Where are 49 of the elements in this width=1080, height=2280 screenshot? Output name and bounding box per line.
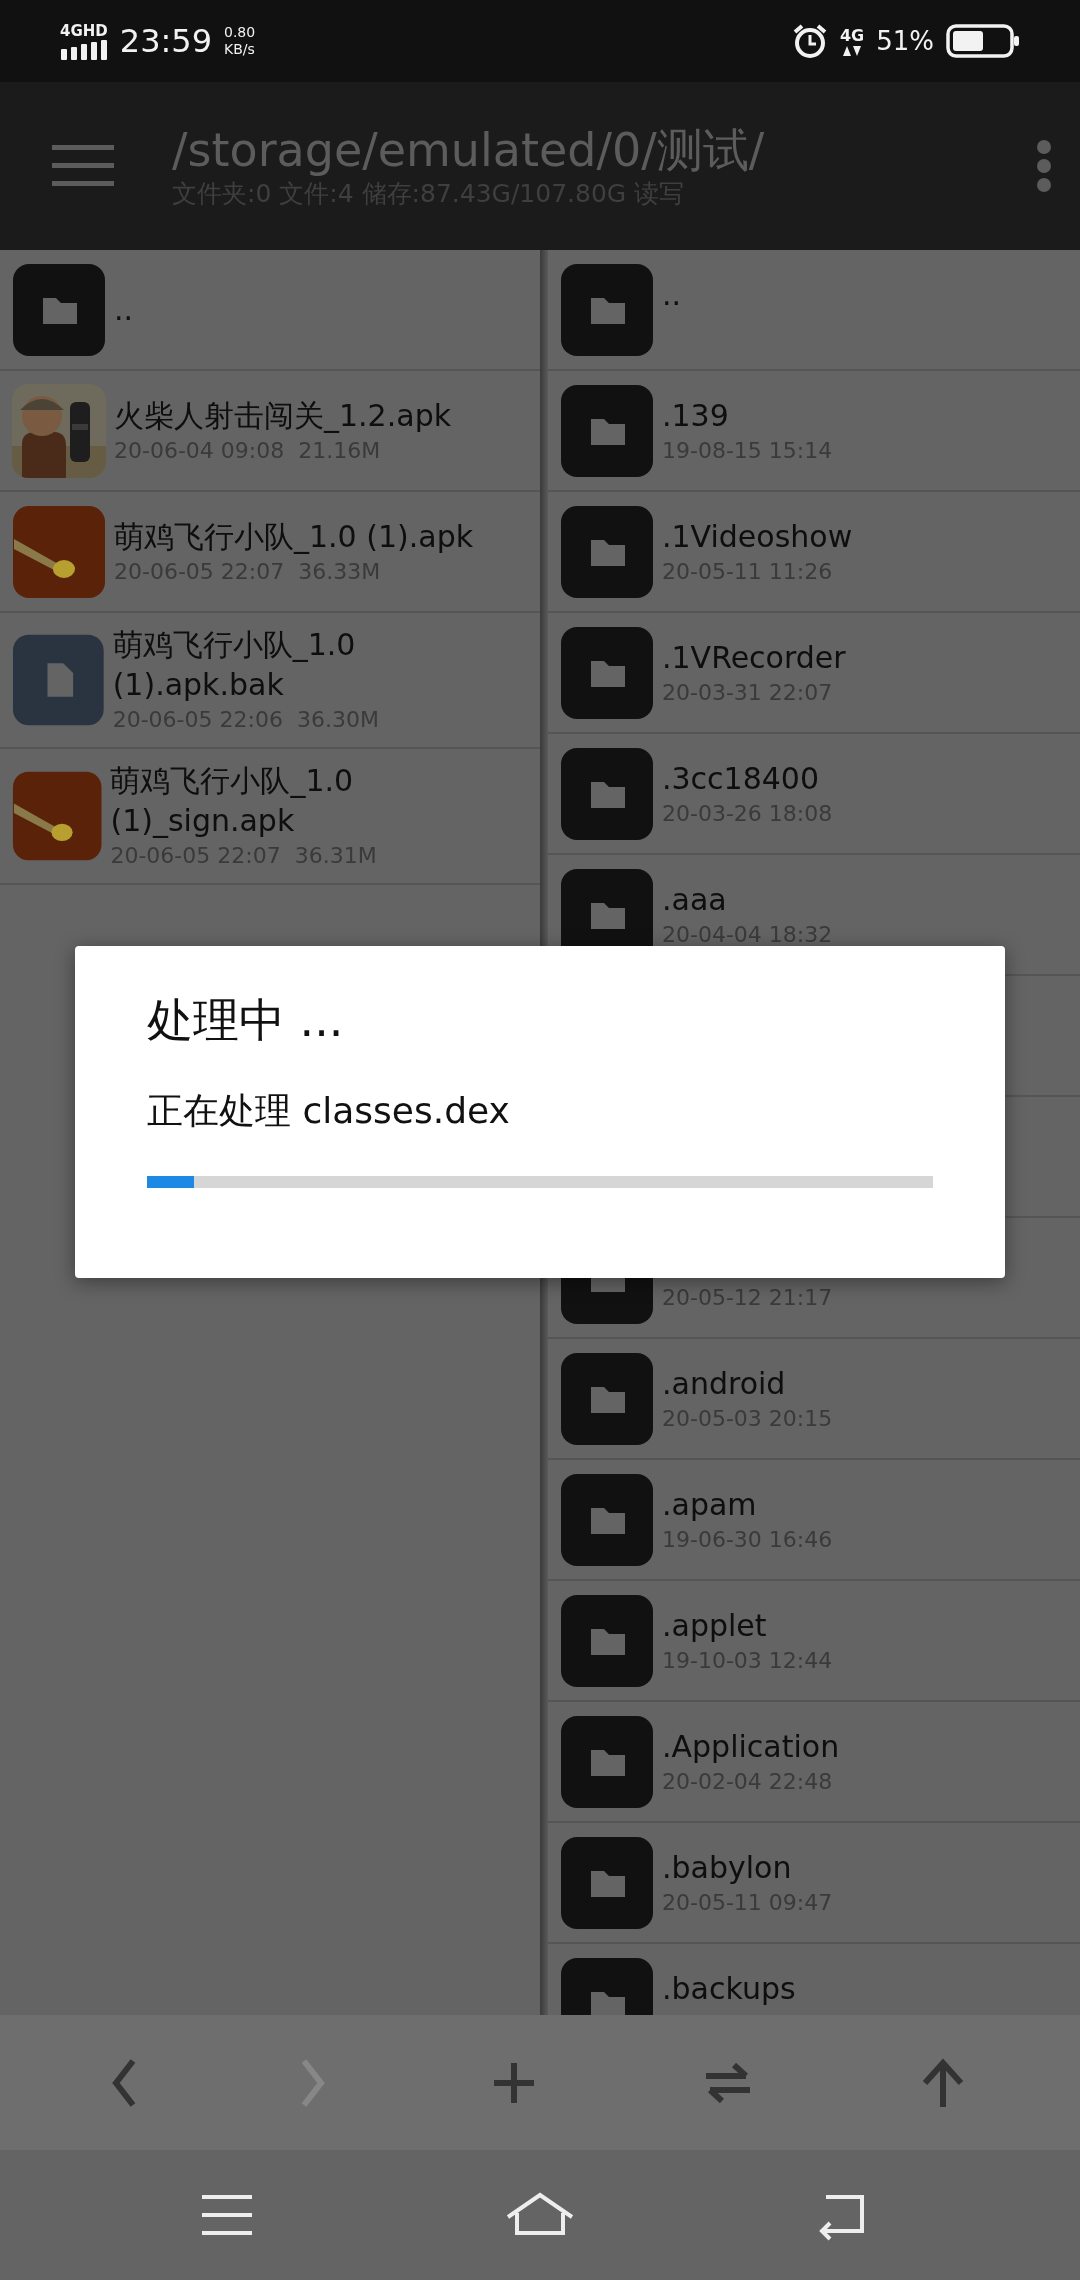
network-type: 4GHD bbox=[60, 22, 108, 40]
folder-icon bbox=[560, 1714, 654, 1809]
dialog-title: 处理中 ... bbox=[147, 992, 345, 1049]
file-name: .android bbox=[662, 1364, 787, 1403]
folder-icon bbox=[12, 262, 106, 357]
file-name: .3cc18400 bbox=[662, 759, 821, 798]
file-name: .babylon bbox=[662, 1848, 793, 1887]
file-name: .backups bbox=[662, 1969, 796, 2008]
file-name: .. bbox=[114, 290, 134, 329]
network-speed: 0.80 bbox=[224, 24, 256, 41]
folder-icon bbox=[560, 746, 654, 841]
app-icon bbox=[12, 383, 106, 478]
app-icon bbox=[12, 504, 106, 599]
file-icon bbox=[12, 633, 105, 727]
file-name: .1VRecorder bbox=[662, 638, 846, 677]
folder-icon bbox=[560, 383, 654, 478]
file-name: .apam bbox=[662, 1485, 758, 1524]
app-icon bbox=[12, 769, 103, 863]
battery-percent: 51% bbox=[876, 26, 934, 56]
file-name: 萌鸡飞行小队_1.0 (1).apk.bak bbox=[112, 626, 357, 704]
file-name: .Application bbox=[662, 1727, 840, 1766]
more-icon[interactable] bbox=[1036, 139, 1052, 193]
battery-icon bbox=[946, 24, 1020, 58]
folder-icon bbox=[560, 504, 654, 599]
file-name: 萌鸡飞行小队_1.0 (1)_sign.apk bbox=[110, 762, 355, 840]
file-row[interactable]: .. bbox=[548, 250, 1080, 371]
folder-icon bbox=[560, 1351, 654, 1446]
file-row[interactable]: .. bbox=[0, 250, 540, 371]
file-name: 火柴人射击闯关_1.2.apk bbox=[114, 396, 452, 435]
folder-path: /storage/emulated/0/测试/ bbox=[172, 122, 766, 178]
folder-icon bbox=[560, 1472, 654, 1567]
data-arrows-icon bbox=[842, 44, 863, 57]
speed-unit: KB/s bbox=[224, 41, 256, 58]
file-name: .139 bbox=[662, 396, 730, 435]
menu-icon[interactable] bbox=[52, 145, 114, 187]
file-name: .aaa bbox=[662, 880, 728, 919]
mobile-data-label: 4G bbox=[839, 25, 865, 45]
folder-icon bbox=[560, 1835, 654, 1930]
file-name: .1Videoshow bbox=[662, 517, 853, 556]
file-name: .applet bbox=[662, 1606, 768, 1645]
folder-icon bbox=[560, 1593, 654, 1688]
file-name: .. bbox=[662, 275, 682, 314]
signal-icon bbox=[60, 40, 107, 60]
dialog-message: 正在处理 classes.dex bbox=[147, 1089, 511, 1133]
alarm-icon bbox=[791, 23, 828, 59]
folder-icon bbox=[560, 262, 654, 357]
file-name: 萌鸡飞行小队_1.0 (1).apk bbox=[114, 517, 474, 556]
clock: 23:59 bbox=[119, 22, 212, 60]
folder-icon bbox=[560, 625, 654, 720]
